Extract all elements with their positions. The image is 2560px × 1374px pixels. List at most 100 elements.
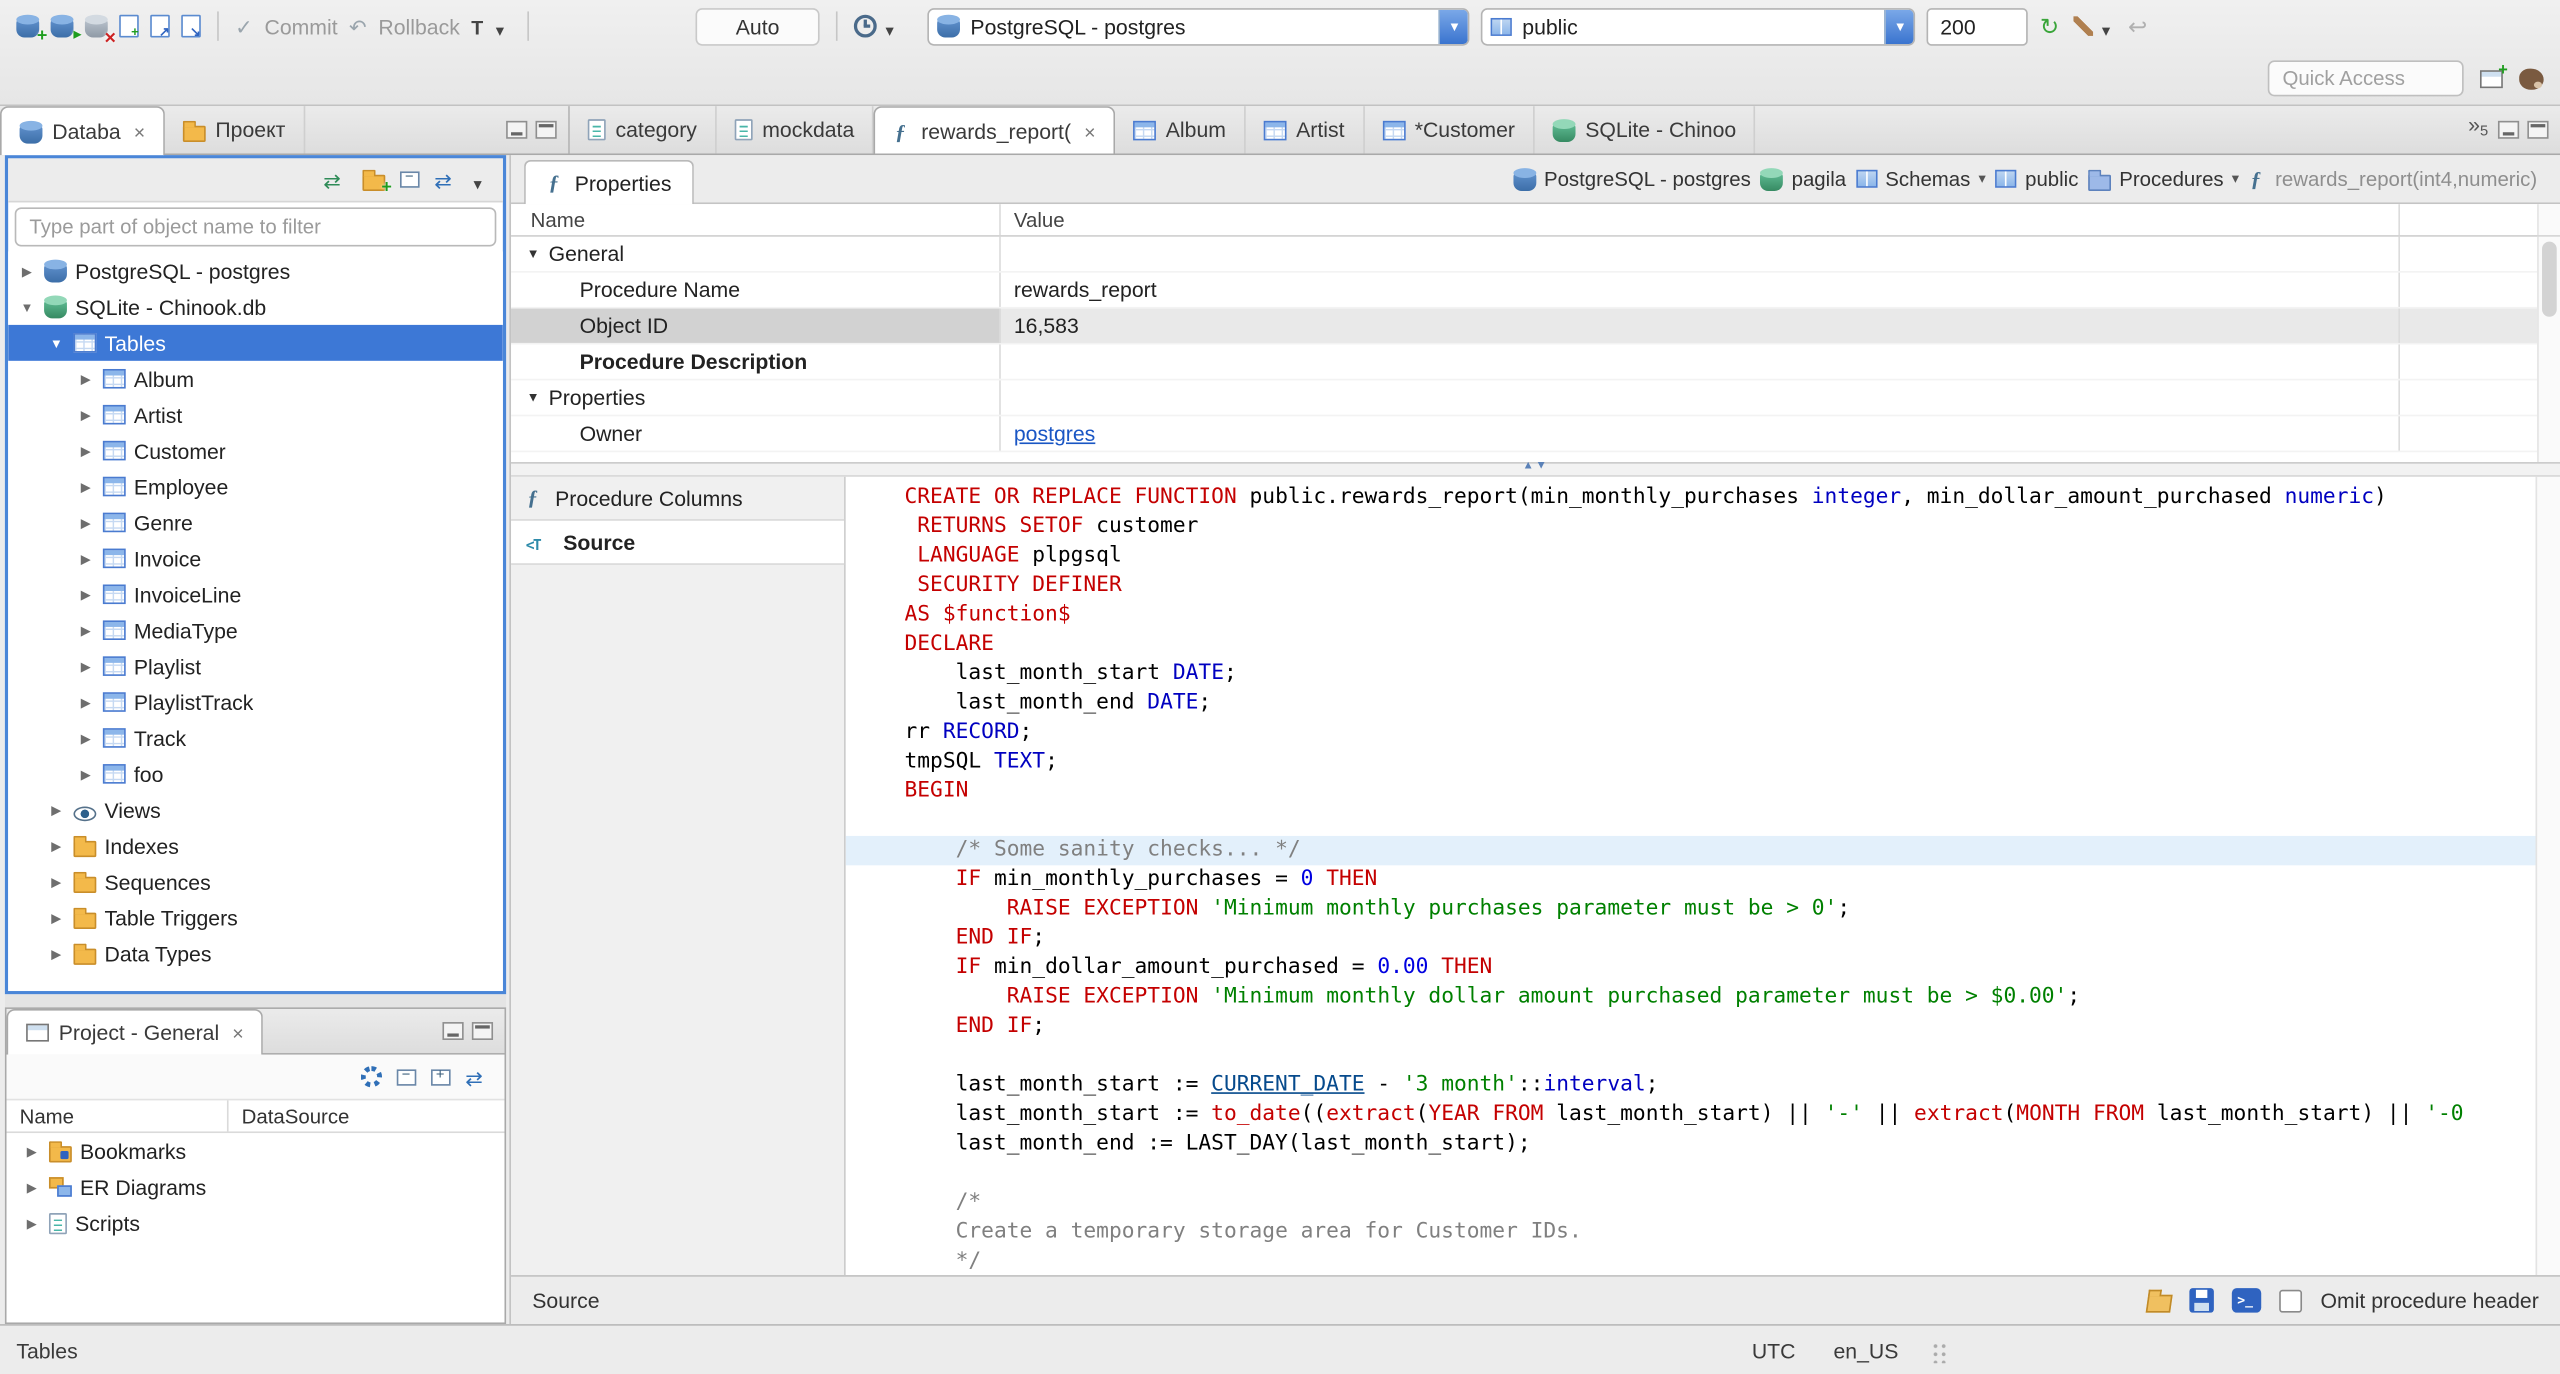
transaction-mode-button[interactable] xyxy=(471,15,510,38)
tree-item-data-types[interactable]: ▶ Data Types xyxy=(8,936,503,972)
tree-item-tables[interactable]: ▼ Tables xyxy=(8,324,503,361)
maximize-icon[interactable] xyxy=(535,120,557,139)
project-item-scripts[interactable]: ▶ Scripts xyxy=(7,1205,505,1241)
expand-arrow-icon[interactable]: ▶ xyxy=(77,695,95,710)
property-row-procedure-description[interactable]: Procedure Description xyxy=(511,344,2538,381)
tab-properties[interactable]: Properties xyxy=(524,159,695,205)
expand-arrow-icon[interactable]: ▼ xyxy=(47,336,65,351)
tree-item-views[interactable]: ▶ Views xyxy=(8,792,503,828)
expand-arrow-icon[interactable]: ▶ xyxy=(47,946,65,961)
object-filter-input[interactable] xyxy=(14,207,497,247)
editor-tab-mockdata[interactable]: mockdata xyxy=(717,106,874,154)
transaction-log-button[interactable] xyxy=(854,14,901,38)
expand-arrow-icon[interactable]: ▶ xyxy=(47,910,65,925)
maximize-icon[interactable] xyxy=(471,1022,494,1040)
scrollbar[interactable] xyxy=(2535,476,2560,1276)
collapse-all-icon[interactable] xyxy=(396,1065,417,1085)
source-editor[interactable]: CREATE OR REPLACE FUNCTION public.reward… xyxy=(845,476,2536,1276)
clean-button[interactable] xyxy=(2074,16,2116,36)
property-row-general[interactable]: ▼ General xyxy=(511,236,2538,273)
property-row-procedure-name[interactable]: Procedure Name rewards_report xyxy=(511,272,2538,309)
editor-tab-artist[interactable]: Artist xyxy=(1246,106,1365,154)
refresh-icon[interactable] xyxy=(2040,15,2063,38)
scrollbar-thumb[interactable] xyxy=(2542,241,2557,317)
column-header-name[interactable]: Name xyxy=(7,1100,229,1132)
expand-arrow-icon[interactable]: ▶ xyxy=(47,838,65,853)
tree-item-invoiceline[interactable]: ▶ InvoiceLine xyxy=(8,576,503,612)
expand-arrow-icon[interactable]: ▶ xyxy=(77,407,95,422)
maximize-icon[interactable] xyxy=(2527,120,2549,139)
expand-arrow-icon[interactable]: ▶ xyxy=(77,731,95,746)
scrollbar[interactable] xyxy=(2537,204,2560,236)
tree-item-sequences[interactable]: ▶ Sequences xyxy=(8,864,503,900)
expand-arrow-icon[interactable]: ▶ xyxy=(23,1144,41,1159)
expand-arrow-icon[interactable]: ▼ xyxy=(524,247,542,262)
sync-connection-icon[interactable] xyxy=(434,168,458,191)
breadcrumb-item-pagila[interactable]: pagila xyxy=(1760,167,1846,191)
fetch-size-input[interactable] xyxy=(1927,7,2029,45)
expand-arrow-icon[interactable]: ▶ xyxy=(47,802,65,817)
minimize-icon[interactable] xyxy=(506,120,528,139)
tree-item-artist[interactable]: ▶ Artist xyxy=(8,397,503,433)
recent-sql-editor-icon[interactable] xyxy=(181,14,201,39)
side-tab-procedure-columns[interactable]: Procedure Columns xyxy=(511,476,845,521)
omit-procedure-header-checkbox[interactable] xyxy=(2279,1288,2303,1312)
expand-arrow-icon[interactable]: ▶ xyxy=(23,1180,41,1195)
section-splitter[interactable]: ▲▼ xyxy=(511,460,2560,476)
view-menu-icon[interactable] xyxy=(473,170,488,190)
save-file-icon[interactable] xyxy=(2189,1288,2215,1313)
tree-item-playlist[interactable]: ▶ Playlist xyxy=(8,648,503,684)
breadcrumb-item-postgresql-postgres[interactable]: PostgreSQL - postgres xyxy=(1512,167,1751,191)
breadcrumb-item-procedures[interactable]: Procedures ▾ xyxy=(2088,167,2239,191)
combo-dropdown-button[interactable]: ▼ xyxy=(1884,8,1915,44)
breadcrumb-item-rewards-report-int4-numeric[interactable]: rewards_report(int4,numeric) xyxy=(2249,167,2538,190)
tree-item-playlisttrack[interactable]: ▶ PlaylistTrack xyxy=(8,684,503,720)
property-value[interactable]: postgres xyxy=(1014,421,1095,445)
tree-item-indexes[interactable]: ▶ Indexes xyxy=(8,828,503,864)
connect-icon[interactable] xyxy=(50,14,82,44)
collapse-all-icon[interactable] xyxy=(399,168,420,188)
property-row-owner[interactable]: Owner postgres xyxy=(511,416,2538,453)
editor-tab-album[interactable]: Album xyxy=(1115,106,1246,154)
panel-tab-databa[interactable]: Databa × xyxy=(0,106,165,156)
tree-item-genre[interactable]: ▶ Genre xyxy=(8,504,503,540)
expand-arrow-icon[interactable]: ▶ xyxy=(77,659,95,674)
quick-access-input[interactable] xyxy=(2267,60,2464,97)
column-header-value[interactable]: Value xyxy=(1001,204,2400,236)
project-item-bookmarks[interactable]: ▶ Bookmarks xyxy=(7,1133,505,1169)
expand-arrow-icon[interactable]: ▶ xyxy=(77,443,95,458)
tree-item-sqlite-chinook-db[interactable]: ▼ SQLite - Chinook.db xyxy=(8,289,503,325)
minimize-icon[interactable] xyxy=(2497,120,2520,139)
expand-arrow-icon[interactable]: ▶ xyxy=(77,479,95,494)
auto-commit-mode-button[interactable]: Auto xyxy=(694,7,821,45)
expand-arrow-icon[interactable]: ▶ xyxy=(18,264,36,279)
combo-dropdown-button[interactable]: ▼ xyxy=(1439,8,1469,44)
side-tab-source[interactable]: Source xyxy=(511,520,845,565)
expand-arrow-icon[interactable]: ▶ xyxy=(77,371,95,386)
undo-icon[interactable] xyxy=(2128,15,2151,38)
rollback-button[interactable]: Rollback xyxy=(349,14,459,38)
tab-overflow[interactable]: » 5 xyxy=(2458,106,2498,153)
column-header-datasource[interactable]: DataSource xyxy=(229,1104,350,1127)
expand-arrow-icon[interactable]: ▶ xyxy=(23,1216,41,1231)
panel-tab-проект[interactable]: Проект xyxy=(165,106,305,154)
tab-project-general[interactable]: Project - General × xyxy=(6,1008,264,1055)
close-icon[interactable]: × xyxy=(232,1021,243,1044)
tree-item-album[interactable]: ▶ Album xyxy=(8,361,503,397)
editor-tab-sqlite-chinoo[interactable]: SQLite - Chinoo xyxy=(1535,106,1756,154)
breadcrumb-item-public[interactable]: public xyxy=(1995,167,2078,190)
property-row-properties[interactable]: ▼ Properties xyxy=(511,380,2538,417)
tree-item-track[interactable]: ▶ Track xyxy=(8,720,503,756)
commit-button[interactable]: Commit xyxy=(235,14,337,38)
close-icon[interactable]: × xyxy=(1084,120,1095,143)
tree-item-postgresql-postgres[interactable]: ▶ PostgreSQL - postgres xyxy=(8,253,503,289)
new-connection-icon[interactable] xyxy=(16,14,47,46)
new-folder-icon[interactable] xyxy=(362,169,392,198)
connection-combo[interactable]: PostgreSQL - postgres ▼ xyxy=(927,7,1471,45)
disconnect-icon[interactable] xyxy=(84,14,116,47)
splitter-arrows-icon[interactable]: ▲▼ xyxy=(1523,460,1549,471)
expand-arrow-icon[interactable]: ▶ xyxy=(77,551,95,566)
tree-item-foo[interactable]: ▶ foo xyxy=(8,756,503,792)
link-with-editor-icon[interactable] xyxy=(323,168,347,191)
tree-item-employee[interactable]: ▶ Employee xyxy=(8,469,503,505)
